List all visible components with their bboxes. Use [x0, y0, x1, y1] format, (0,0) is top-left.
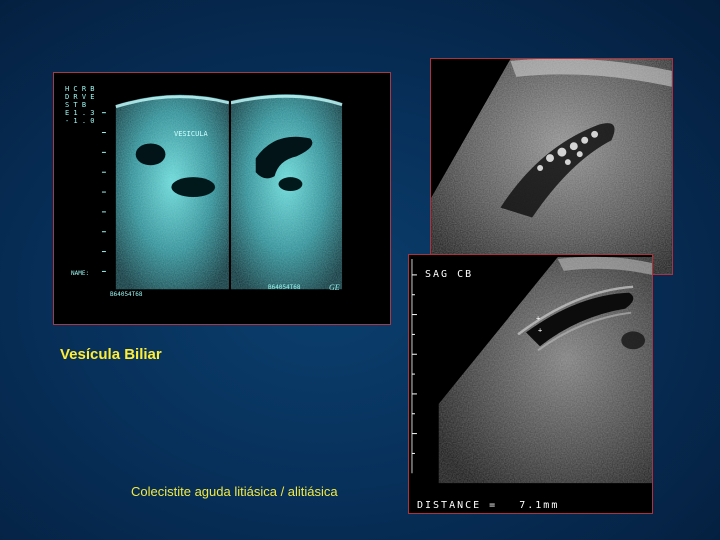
gallbladder-ultrasound-dual: H C R B D R V E S T B E 1 . 3 - 1 . 0 VE… [53, 72, 391, 325]
side-marker: NAME: [71, 270, 90, 277]
sagittal-label: SAG CB [425, 269, 474, 280]
scan-id-right: B64054T68 [268, 284, 301, 291]
scan-id-left: B64054T68 [110, 291, 143, 298]
scan-label: VESICULA [174, 130, 208, 138]
gallbladder-ultrasound-sector [430, 58, 673, 275]
ultrasound-sector-svg [431, 59, 672, 274]
svg-text:+: + [536, 315, 540, 323]
scan-header-line: S T B [65, 101, 87, 109]
slide-caption-subtitle: Colecistite aguda litiásica / alitiásica [131, 484, 338, 499]
distance-value: 7.1mm [519, 500, 560, 511]
distance-readout: DISTANCE = 7.1mm [417, 500, 559, 511]
scan-header-line: H C R B [65, 85, 95, 93]
gallbladder-ultrasound-measurement: + + SAG CB DISTANCE = 7.1mm [408, 254, 653, 514]
ultrasound-measure-svg: + + [409, 255, 652, 513]
svg-text:+: + [538, 326, 542, 334]
slide-caption-title: Vesícula Biliar [60, 346, 162, 363]
scan-header-line: D R V E [65, 93, 95, 101]
ge-logo: GE [329, 283, 340, 292]
distance-label: DISTANCE = [417, 500, 498, 511]
scan-header-text: H C R B D R V E S T B E 1 . 3 - 1 . 0 [65, 85, 95, 125]
scan-header-line: E 1 . 3 [65, 109, 95, 117]
scan-header-line: - 1 . 0 [65, 117, 95, 125]
